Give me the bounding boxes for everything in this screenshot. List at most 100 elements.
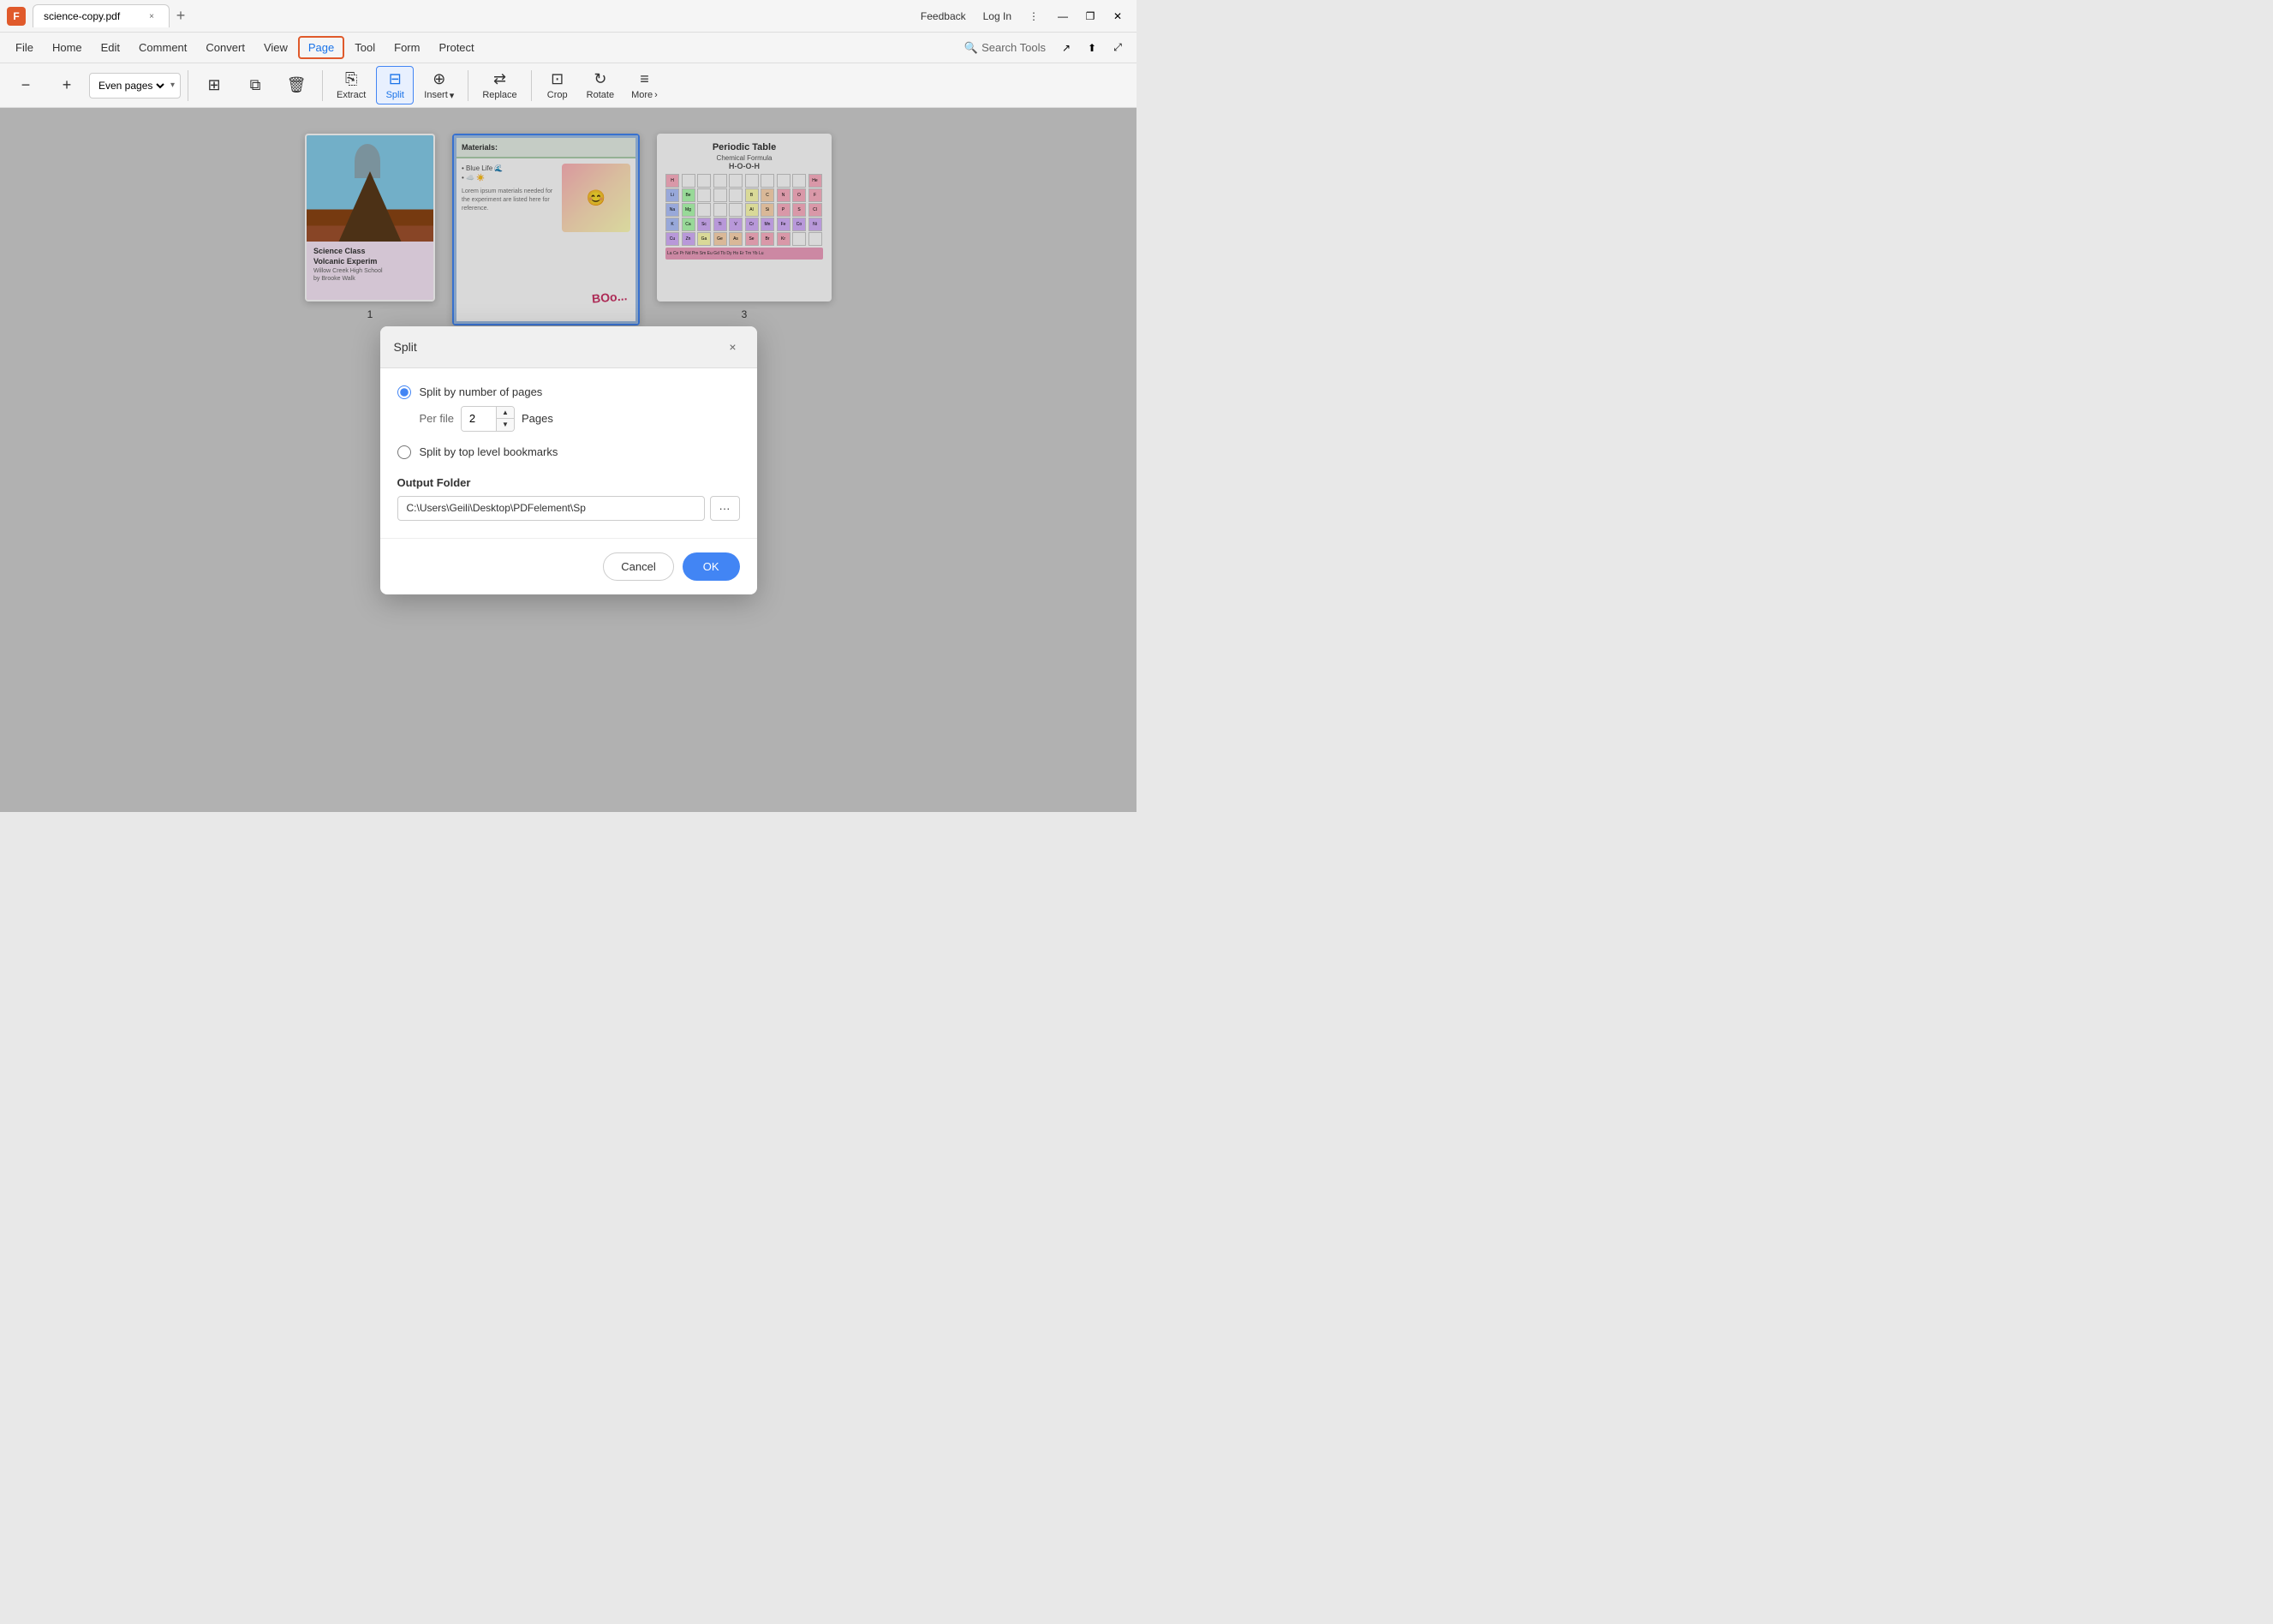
- toolbar: − + Even pages Odd pages All pages ▾ ⊞ ⧉…: [0, 63, 1136, 108]
- close-btn[interactable]: ✕: [1106, 6, 1130, 27]
- page-mode-selector[interactable]: Even pages Odd pages All pages ▾: [89, 73, 181, 99]
- per-file-row: Per file 2 ▲ ▼ Pages: [420, 406, 740, 432]
- upload-btn[interactable]: ⬆: [1080, 38, 1104, 58]
- folder-input-row: ···: [397, 496, 740, 521]
- insert-btn[interactable]: ⊕ Insert ▾: [417, 67, 461, 104]
- dialog-overlay: Split × Split by number of pages Per fil…: [0, 108, 1136, 812]
- insert-arrow-icon: ▾: [450, 90, 455, 101]
- more-label: More: [631, 90, 653, 100]
- kebab-menu-btn[interactable]: ⋮: [1023, 9, 1044, 24]
- active-tab[interactable]: science-copy.pdf ×: [33, 4, 170, 27]
- split-btn[interactable]: ⊟ Split: [376, 66, 414, 104]
- ok-btn[interactable]: OK: [683, 552, 740, 581]
- number-spinners: ▲ ▼: [496, 407, 514, 431]
- tab-close-btn[interactable]: ×: [145, 9, 158, 23]
- insert-label: Insert: [424, 90, 448, 100]
- copy-page-btn[interactable]: ⧉: [236, 73, 274, 98]
- split-by-pages-radio[interactable]: [397, 385, 411, 399]
- insert-icon: ⊕: [433, 70, 445, 88]
- tab-bar: science-copy.pdf × +: [33, 4, 916, 27]
- main-content: Science Class Volcanic Experim Willow Cr…: [0, 108, 1136, 812]
- menu-page[interactable]: Page: [298, 36, 344, 59]
- minimize-btn[interactable]: —: [1051, 6, 1075, 27]
- split-dialog: Split × Split by number of pages Per fil…: [380, 326, 757, 594]
- menu-protect[interactable]: Protect: [430, 38, 482, 57]
- extract-icon: ⎘: [345, 70, 357, 88]
- dialog-footer: Cancel OK: [380, 538, 757, 594]
- per-file-label: Per file: [420, 412, 454, 425]
- dialog-title: Split: [394, 340, 417, 354]
- spinner-up-btn[interactable]: ▲: [497, 407, 514, 419]
- rotate-label: Rotate: [587, 90, 614, 100]
- title-bar: F science-copy.pdf × + Feedback Log In ⋮…: [0, 0, 1136, 33]
- split-by-pages-option[interactable]: Split by number of pages: [397, 385, 740, 399]
- replace-label: Replace: [482, 90, 516, 100]
- delete-page-icon: 🗑: [287, 76, 307, 94]
- delete-page-btn[interactable]: 🗑: [277, 73, 315, 98]
- split-by-bookmarks-option[interactable]: Split by top level bookmarks: [397, 445, 740, 459]
- menu-view[interactable]: View: [255, 38, 296, 57]
- split-label: Split: [386, 90, 404, 100]
- crop-btn[interactable]: ⊡ Crop: [539, 67, 576, 104]
- pages-per-file-input-wrapper: 2 ▲ ▼: [461, 406, 515, 432]
- expand-btn[interactable]: ⤢: [1106, 38, 1130, 58]
- pages-label: Pages: [522, 412, 553, 425]
- tab-title: science-copy.pdf: [44, 10, 120, 22]
- more-btn[interactable]: ≡ More ›: [624, 67, 665, 104]
- dropdown-arrow-icon: ▾: [170, 81, 175, 90]
- toolbar-divider-4: [531, 70, 532, 101]
- rotate-btn[interactable]: ↻ Rotate: [580, 67, 621, 104]
- zoom-out-btn[interactable]: −: [7, 73, 45, 98]
- output-folder-section: Output Folder ···: [397, 476, 740, 521]
- folder-browse-btn[interactable]: ···: [710, 496, 740, 521]
- replace-icon: ⇄: [493, 70, 506, 88]
- split-by-bookmarks-radio[interactable]: [397, 445, 411, 459]
- spinner-down-btn[interactable]: ▼: [497, 419, 514, 431]
- crop-icon: ⊡: [551, 70, 564, 88]
- dialog-close-btn[interactable]: ×: [723, 337, 743, 357]
- search-tools-btn[interactable]: 🔍 Search Tools: [958, 38, 1053, 58]
- pages-per-file-input[interactable]: 2: [462, 407, 496, 431]
- more-icon: ≡: [640, 70, 649, 88]
- more-arrow-icon: ›: [654, 90, 658, 100]
- extract-btn[interactable]: ⎘ Extract: [330, 67, 373, 104]
- app-icon: F: [7, 7, 26, 26]
- menu-form[interactable]: Form: [385, 38, 428, 57]
- page-mode-dropdown[interactable]: Even pages Odd pages All pages: [95, 79, 167, 93]
- option1-container: Split by number of pages Per file 2 ▲ ▼: [397, 385, 740, 432]
- plus-icon: +: [63, 76, 72, 94]
- dialog-body: Split by number of pages Per file 2 ▲ ▼: [380, 368, 757, 538]
- cancel-btn[interactable]: Cancel: [603, 552, 673, 581]
- restore-btn[interactable]: ❐: [1078, 6, 1102, 27]
- zoom-in-btn[interactable]: +: [48, 73, 86, 98]
- copy-page-icon: ⧉: [250, 76, 261, 94]
- folder-path-input[interactable]: [397, 496, 705, 521]
- split-options: Split by number of pages Per file 2 ▲ ▼: [397, 385, 740, 459]
- search-tools-label: Search Tools: [981, 41, 1046, 54]
- split-icon: ⊟: [389, 70, 402, 88]
- menu-file[interactable]: File: [7, 38, 42, 57]
- menu-home[interactable]: Home: [44, 38, 91, 57]
- split-by-pages-label: Split by number of pages: [420, 385, 543, 398]
- dialog-header: Split ×: [380, 326, 757, 368]
- menu-convert[interactable]: Convert: [197, 38, 254, 57]
- title-bar-actions: Feedback Log In ⋮: [916, 9, 1044, 24]
- insert-page-btn[interactable]: ⊞: [195, 73, 233, 98]
- feedback-btn[interactable]: Feedback: [916, 9, 971, 24]
- rotate-icon: ↻: [594, 70, 606, 88]
- new-tab-btn[interactable]: +: [170, 5, 192, 27]
- crop-label: Crop: [547, 90, 568, 100]
- menu-tool[interactable]: Tool: [346, 38, 384, 57]
- menu-edit[interactable]: Edit: [92, 38, 128, 57]
- output-folder-label: Output Folder: [397, 476, 740, 489]
- toolbar-divider-2: [322, 70, 323, 101]
- login-btn[interactable]: Log In: [978, 9, 1017, 24]
- search-icon: 🔍: [964, 41, 978, 55]
- replace-btn[interactable]: ⇄ Replace: [475, 67, 523, 104]
- share-btn[interactable]: ↗: [1054, 38, 1078, 58]
- extract-label: Extract: [337, 90, 366, 100]
- insert-page-icon: ⊞: [207, 76, 220, 94]
- menu-comment[interactable]: Comment: [130, 38, 195, 57]
- menu-bar: File Home Edit Comment Convert View Page…: [0, 33, 1136, 63]
- window-controls: — ❐ ✕: [1051, 6, 1130, 27]
